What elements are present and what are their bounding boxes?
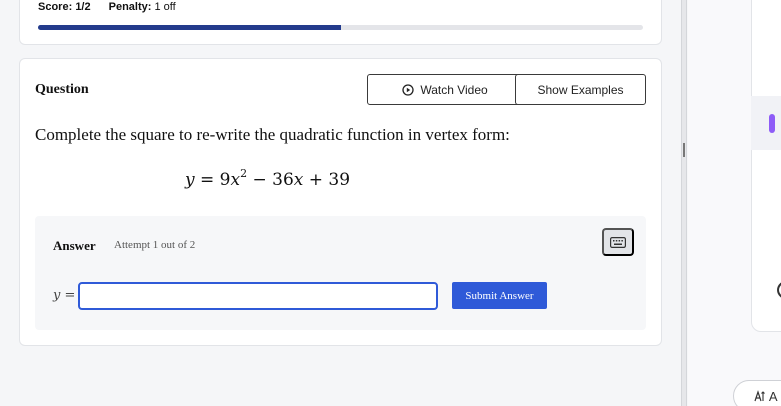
submit-answer-label: Submit Answer xyxy=(465,289,534,302)
equation-lhs: y xyxy=(185,170,195,190)
score-progress-bar xyxy=(38,25,643,30)
side-accent-marker xyxy=(769,114,775,133)
answer-variable-label: y = xyxy=(53,288,75,303)
equation-tail: + 39 xyxy=(303,170,351,190)
answer-equals: = xyxy=(60,288,76,303)
penalty-label: Penalty: xyxy=(108,1,152,13)
side-pill-button[interactable]: A xyxy=(733,380,781,406)
equation-eq: = 9 xyxy=(194,170,231,190)
keyboard-toggle-button[interactable] xyxy=(602,228,634,256)
answer-title: Answer xyxy=(53,238,96,253)
equation-mid: − 36 xyxy=(247,170,294,190)
quadratic-equation: y = 9x2 − 36x + 39 xyxy=(185,167,350,190)
question-title: Question xyxy=(35,82,89,97)
question-card: Question Watch Video Show Examples Compl… xyxy=(19,58,662,346)
show-examples-button[interactable]: Show Examples xyxy=(515,74,646,105)
penalty-stat: Penalty: 1 off xyxy=(109,1,176,13)
score-label: Score: xyxy=(38,1,73,13)
score-value: 1/2 xyxy=(75,1,91,13)
pane-splitter[interactable] xyxy=(681,0,687,406)
question-prompt: Complete the square to re-write the quad… xyxy=(35,125,510,144)
main-pane: Score: 1/2 Penalty: 1 off Question Watch… xyxy=(0,0,681,406)
side-card-band xyxy=(751,96,781,150)
keyboard-icon xyxy=(610,236,626,248)
side-pill-text: A xyxy=(768,389,778,404)
watch-video-button[interactable]: Watch Video xyxy=(367,74,523,105)
side-pill-label: A xyxy=(754,389,778,404)
attempt-counter: Attempt 1 out of 2 xyxy=(114,239,196,251)
score-line: Score: 1/2 Penalty: 1 off xyxy=(38,1,176,13)
answer-section: Answer Attempt 1 out of 2 y = Submit Ans… xyxy=(35,216,646,330)
score-progress-fill xyxy=(38,25,341,30)
show-examples-label: Show Examples xyxy=(537,82,624,97)
equation-x: x xyxy=(230,170,241,190)
watch-video-label: Watch Video xyxy=(420,82,488,97)
side-card xyxy=(751,0,781,332)
side-pane: A xyxy=(688,0,781,406)
text-size-icon xyxy=(754,390,765,402)
equation-x2: x xyxy=(293,170,304,190)
score-card: Score: 1/2 Penalty: 1 off xyxy=(19,0,662,45)
play-circle-icon xyxy=(402,83,414,96)
answer-input[interactable] xyxy=(78,282,438,310)
penalty-value: 1 off xyxy=(154,1,176,13)
score-stat: Score: 1/2 xyxy=(38,1,91,13)
splitter-grip-icon[interactable] xyxy=(683,143,685,157)
submit-answer-button[interactable]: Submit Answer xyxy=(452,282,547,309)
